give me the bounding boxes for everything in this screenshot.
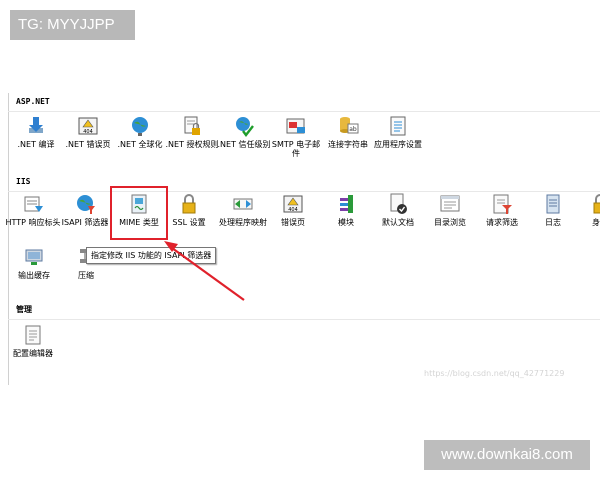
- url-watermark: https://blog.csdn.net/qq_42771229: [424, 369, 565, 378]
- annotation-arrow: [164, 241, 245, 301]
- site-watermark: www.downkai8.com: [424, 440, 590, 470]
